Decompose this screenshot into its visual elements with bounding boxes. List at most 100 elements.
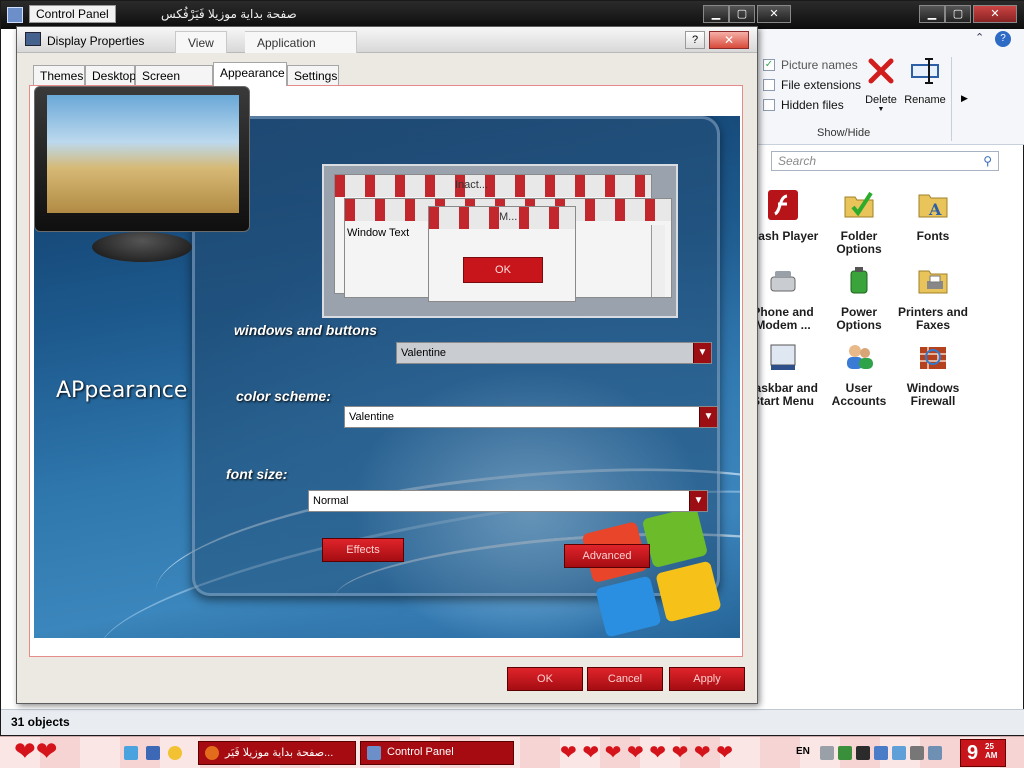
user-accounts-icon — [847, 345, 873, 369]
font-size-value: Normal — [313, 495, 349, 507]
tab-settings[interactable]: Settings — [287, 65, 339, 85]
cp-item-windows-firewall[interactable]: Windows Firewall — [897, 341, 969, 408]
language-indicator[interactable]: EN — [796, 746, 810, 757]
cp-item-folder-options[interactable]: Folder Options — [823, 189, 895, 256]
heart-decoration: ❤ ❤ ❤ ❤ ❤ ❤ ❤ ❤ — [560, 742, 733, 764]
font-size-select[interactable]: Normal ▼ — [308, 490, 708, 512]
appearance-panel: Inact... Window Text M... OK APpearance … — [29, 85, 743, 657]
tray-app-icon[interactable] — [928, 746, 942, 760]
windows-buttons-select[interactable]: Valentine ▼ — [396, 342, 712, 364]
dialog-titlebar[interactable]: Display Properties View Application ? ✕ — [17, 27, 757, 53]
hidden-files-label: Hidden files — [781, 98, 844, 112]
preview-message-title: M... — [499, 211, 518, 223]
chevron-down-icon: ▼ — [877, 106, 885, 113]
delete-label: Delete — [865, 94, 897, 106]
quicklaunch-messenger-icon[interactable] — [168, 746, 182, 760]
file-extensions-checkbox[interactable]: File extensions — [763, 77, 861, 93]
cp-item-user-accounts[interactable]: User Accounts — [823, 341, 895, 408]
tray-app-icon[interactable] — [856, 746, 870, 760]
check-icon: ✓ — [763, 59, 775, 71]
dialog-help-button[interactable]: ? — [685, 31, 705, 49]
firefox-icon — [205, 746, 219, 760]
tray-app-icon[interactable] — [892, 746, 906, 760]
appearance-preview: Inact... Window Text M... OK — [322, 164, 678, 318]
color-scheme-label: color scheme: — [236, 388, 331, 404]
svg-text:A: A — [928, 200, 942, 219]
tray-app-icon[interactable] — [874, 746, 888, 760]
inactive-maximize-button[interactable]: ▢ — [729, 5, 755, 23]
chevron-down-icon[interactable]: ▼ — [699, 407, 717, 427]
color-scheme-value: Valentine — [349, 411, 395, 423]
search-input[interactable]: Search ⚲ — [771, 151, 999, 171]
ghost-tab-application[interactable]: Application — [245, 31, 357, 53]
tab-appearance[interactable]: Appearance — [213, 62, 287, 86]
inactive-minimize-button[interactable]: ▁ — [703, 5, 729, 23]
preview-window-text: Window Text — [347, 227, 410, 239]
task-button-firefox[interactable]: صفحة بداية موزيلا فَيَر... — [198, 741, 356, 765]
dialog-close-button[interactable]: ✕ — [709, 31, 749, 49]
clock[interactable]: 9 25 AM — [960, 739, 1006, 767]
folder-options-icon — [844, 191, 874, 218]
status-object-count: 31 objects — [11, 715, 70, 729]
close-button[interactable]: ✕ — [973, 5, 1017, 23]
task-button-control-panel[interactable]: Control Panel — [360, 741, 514, 765]
cancel-button[interactable]: Cancel — [587, 667, 663, 691]
help-icon[interactable]: ? — [995, 31, 1011, 47]
tab-themes[interactable]: Themes — [33, 65, 85, 85]
hidden-files-checkbox[interactable]: Hidden files — [763, 97, 844, 113]
appearance-heading: APpearance — [56, 378, 188, 403]
apply-button[interactable]: Apply — [669, 667, 745, 691]
ribbon: ⌃ ? ✓ Picture names File extensions Hidd… — [757, 29, 1024, 145]
inactive-close-button[interactable]: ✕ — [757, 5, 791, 23]
firewall-icon — [920, 347, 946, 369]
tray-network-icon[interactable] — [820, 746, 834, 760]
clock-ampm: AM — [985, 751, 998, 760]
ribbon-more-icon[interactable]: ▶ — [961, 93, 968, 104]
tray-antivirus-icon[interactable] — [838, 746, 852, 760]
windows-buttons-value: Valentine — [401, 347, 447, 359]
rename-button[interactable]: Rename — [903, 55, 947, 106]
picture-names-label: Picture names — [781, 58, 858, 72]
monitor-stand — [92, 232, 192, 262]
delete-button[interactable]: Delete ▼ — [859, 55, 903, 113]
chevron-down-icon[interactable]: ▼ — [689, 491, 707, 511]
cp-item-fonts[interactable]: A Fonts — [897, 189, 969, 243]
checkbox-box — [763, 99, 775, 111]
browser-title: صفحة بداية موزيلا فَيَرْفُكس — [161, 7, 297, 21]
chevron-down-icon[interactable]: ▼ — [693, 343, 711, 363]
effects-button[interactable]: Effects — [322, 538, 404, 562]
picture-names-checkbox[interactable]: ✓ Picture names — [763, 57, 858, 73]
control-panel-title: Control Panel — [29, 5, 116, 23]
preview-scrollbar — [651, 225, 665, 297]
windows-buttons-label: windows and buttons — [234, 322, 378, 338]
ghost-tab-view[interactable]: View — [175, 31, 227, 53]
rename-icon — [911, 58, 939, 84]
quicklaunch-ie-icon[interactable] — [124, 746, 138, 760]
ok-button[interactable]: OK — [507, 667, 583, 691]
delete-x-icon — [868, 58, 894, 84]
cp-item-label: Printers and Faxes — [897, 305, 969, 332]
minimize-button[interactable]: ▁ — [919, 5, 945, 23]
search-icon[interactable]: ⚲ — [983, 154, 992, 168]
preview-inactive-titlebar: Inact... — [335, 175, 651, 197]
ribbon-collapse-icon[interactable]: ⌃ — [975, 31, 984, 44]
dialog-title: Display Properties — [47, 34, 145, 48]
monitor-preview — [34, 86, 250, 266]
file-extensions-label: File extensions — [781, 78, 862, 92]
color-scheme-select[interactable]: Valentine ▼ — [344, 406, 718, 428]
maximize-button[interactable]: ▢ — [945, 5, 971, 23]
tab-desktop[interactable]: Desktop — [85, 65, 136, 85]
start-button-heart-icon[interactable]: ❤❤ — [14, 738, 58, 764]
power-options-icon — [850, 267, 868, 294]
cp-item-printers-faxes[interactable]: Printers and Faxes — [897, 265, 969, 332]
flash-icon — [768, 190, 798, 220]
tab-screen-saver[interactable]: Screen Saver — [135, 65, 213, 97]
cp-item-power-options[interactable]: Power Options — [823, 265, 895, 332]
control-panel-icon — [7, 7, 23, 23]
taskbar-icon — [770, 344, 796, 370]
preview-message-titlebar: M... — [429, 207, 575, 229]
control-panel-titlebar[interactable]: Control Panel صفحة بداية موزيلا فَيَرْفُ… — [1, 1, 1024, 29]
tray-app-icon[interactable] — [910, 746, 924, 760]
quicklaunch-desktop-icon[interactable] — [146, 746, 160, 760]
advanced-button[interactable]: Advanced — [564, 544, 650, 568]
